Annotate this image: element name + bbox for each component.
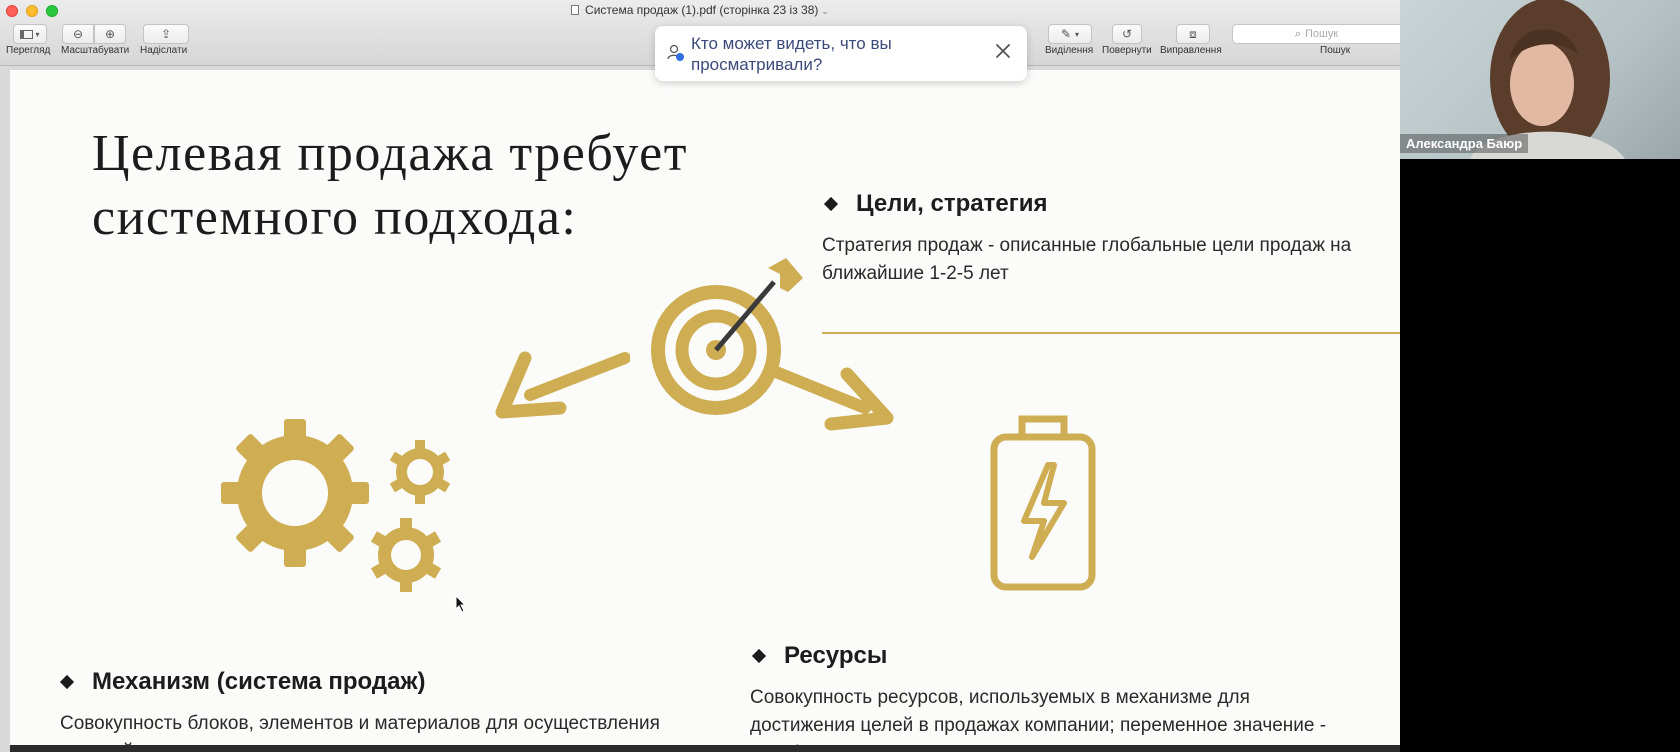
preview-window: Система продаж (1).pdf (сторінка 23 із 3… [0,0,1400,752]
rotate-label: Повернути [1102,45,1152,56]
search-icon: ⌕ [1294,27,1301,40]
sidebar-icon [20,29,34,39]
highlighter-icon: ✎ [1060,27,1072,41]
zoom-out-button[interactable]: ⊖ [62,24,94,44]
view-label: Перегляд [6,45,51,56]
document-icon [571,5,580,15]
bullet-diamond-icon [59,674,75,690]
zoom-in-icon: ⊕ [104,27,116,41]
horizontal-scrollbar[interactable] [10,745,1400,752]
highlight-button[interactable]: ✎ ▾ [1048,24,1092,44]
toolbox-icon: ⧈ [1189,26,1197,41]
bullet-diamond-icon [751,648,767,664]
privacy-notification[interactable]: Кто может видеть, что вы просматривали? [655,26,1027,81]
video-background [1448,159,1680,752]
close-icon[interactable] [993,41,1013,61]
user-shield-icon [667,44,684,61]
goals-heading: Цели, стратегия [823,190,1047,218]
share-icon: ⇪ [160,27,172,41]
chevron-down-icon: ▾ [35,29,40,39]
share-label: Надіслати [140,45,188,56]
zoom-label: Масштабувати [61,45,130,56]
gears-icon [221,419,451,592]
battery-charging-icon [990,415,1096,591]
markup-label: Виправлення [1160,45,1222,56]
markup-button[interactable]: ⧈ [1176,24,1210,44]
rotate-button[interactable]: ↺ [1112,24,1142,44]
rotate-icon: ↺ [1121,27,1133,41]
goals-text: Стратегия продаж - описанные глобальные … [822,235,1352,284]
arrow-down-right-icon [765,364,894,431]
notification-text: Кто может видеть, что вы просматривали? [691,34,892,74]
search-label: Пошук [1320,45,1351,56]
zoom-in-button[interactable]: ⊕ [94,24,126,44]
chevron-down-icon: ▾ [1075,29,1080,39]
slide-title: Целевая продажа требует системного подхо… [92,125,688,246]
highlight-label: Виділення [1045,45,1094,56]
share-button[interactable]: ⇪ [143,24,189,44]
sidebar-view-button[interactable]: ▾ [13,24,47,44]
mouse-cursor-icon [455,595,467,613]
participant-video[interactable]: Александра Баюр [1400,0,1680,159]
mechanism-heading: Механизм (система продаж) [59,668,426,696]
search-input[interactable]: ⌕ Пошук [1232,24,1400,44]
chevron-down-icon: ⌄ [821,6,829,16]
divider [822,332,1400,334]
bullet-diamond-icon [823,196,839,212]
arrow-down-left-icon [495,351,630,419]
zoom-out-icon: ⊖ [72,27,84,41]
window-title[interactable]: Система продаж (1).pdf (сторінка 23 із 3… [0,3,1400,17]
participant-name: Александра Баюр [1400,134,1529,153]
resources-heading: Ресурсы [751,642,887,670]
resources-text: Совокупность ресурсов, используемых в ме… [750,687,1327,752]
pdf-page[interactable]: Целевая продажа требует системного подхо… [10,70,1400,752]
